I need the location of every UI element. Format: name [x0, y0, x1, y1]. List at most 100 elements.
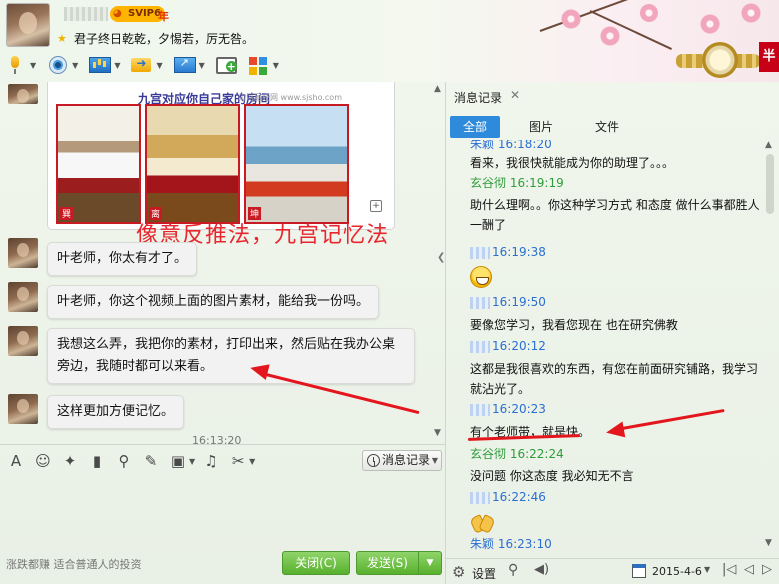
sender-avatar[interactable] [8, 84, 38, 104]
first-page-icon[interactable]: |◁ [722, 562, 736, 577]
chat-message[interactable]: 叶老师，你太有才了。 [47, 242, 198, 276]
apps-button[interactable]: ▼ [247, 53, 279, 77]
shared-image[interactable]: 九宫对应你自己家的房间 山河易经网 www.sjsho.com 巽 离 坤 [48, 82, 394, 227]
sender-name: 朱颖 [470, 140, 495, 151]
tab-message-history[interactable]: 消息记录 [454, 89, 502, 106]
screen-share-button[interactable]: ▼ [88, 53, 120, 77]
filter-all[interactable]: 全部 [450, 116, 501, 138]
room-photo: 坤 [244, 104, 349, 224]
scroll-up-icon[interactable]: ▲ [765, 140, 772, 150]
voice-call-button[interactable]: ▼ [4, 53, 36, 77]
remote-desktop-button[interactable]: ▼ [173, 53, 205, 77]
gear-icon[interactable]: ⚙ [452, 563, 465, 581]
edit-icon[interactable]: ✎ [141, 451, 161, 471]
filter-files[interactable]: 文件 [582, 116, 632, 138]
sender-name-redacted [470, 296, 490, 309]
chevron-down-icon[interactable]: ▼ [114, 61, 120, 70]
font-icon[interactable]: A [6, 451, 26, 471]
send-file-icon [130, 55, 152, 75]
chevron-down-icon[interactable]: ▼ [156, 61, 162, 70]
send-button[interactable]: 发送(S) [356, 551, 418, 575]
scroll-thumb[interactable] [766, 154, 774, 214]
contact-avatar[interactable] [6, 3, 50, 47]
history-list[interactable]: 朱颖 16:18:20 看来，我很快就能成为你的助理了。。。 玄谷彻 16:19… [446, 140, 762, 552]
message-history-panel: 消息记录 ✕ 全部 图片 文件 朱颖 16:18:20 看来，我很快就能成为你的… [446, 82, 779, 584]
room-label: 巽 [60, 207, 74, 220]
chevron-down-icon[interactable]: ▼ [199, 61, 205, 70]
sender-name: 玄谷彻 [470, 176, 507, 190]
chevron-down-icon[interactable]: ▼ [189, 457, 195, 466]
clock-icon [367, 454, 380, 467]
message-history-button[interactable]: 消息记录 ▼ [362, 450, 442, 471]
history-scrollbar[interactable]: ▲ ▼ [764, 140, 776, 552]
chevron-down-icon[interactable]: ▼ [704, 565, 710, 574]
chevron-down-icon[interactable]: ▼ [72, 61, 78, 70]
scroll-up-icon[interactable]: ▲ [434, 84, 441, 94]
chat-message[interactable]: 叶老师，你这个视频上面的图片素材，能给我一份吗。 [47, 285, 380, 319]
history-date[interactable]: 2015-4-6 [652, 565, 702, 578]
expand-image-icon[interactable]: + [370, 200, 382, 212]
ad-corner-badge[interactable]: 半 [759, 42, 779, 72]
voice-icon[interactable]: ⚲ [114, 451, 134, 471]
blossom-branch [539, 0, 654, 32]
magic-icon[interactable]: ✦ [60, 451, 80, 471]
close-button[interactable]: 关闭(C) [282, 551, 350, 575]
send-file-button[interactable]: ▼ [130, 53, 163, 77]
prev-page-icon[interactable]: ◁ [744, 562, 754, 577]
message-time: 16:19:19 [509, 176, 564, 190]
input-toolbar: A ☺ ✦ ▮ ⚲ ✎ ▣ ▼ ♫ ✂ ▼ [6, 450, 261, 472]
screenshot-icon[interactable]: ✂ [228, 451, 248, 471]
chevron-down-icon[interactable]: ▼ [249, 457, 255, 466]
calendar-icon[interactable] [632, 564, 646, 578]
vip-badge[interactable]: SVIP6 [110, 6, 165, 22]
sender-name-redacted [470, 491, 490, 504]
history-message: 这都是我很喜欢的东西，有您在前面研究铺路，我学习就沾光了。 [470, 362, 759, 396]
history-entry-header: 玄谷彻 16:19:19 [470, 173, 564, 193]
message-time: 16:20:23 [492, 402, 546, 416]
music-icon[interactable]: ♫ [201, 451, 221, 471]
grin-emoji [470, 266, 492, 288]
blossom [740, 2, 762, 24]
emoji-icon[interactable]: ☺ [33, 451, 53, 471]
speaker-icon[interactable]: ◀) [534, 562, 549, 577]
collapse-panel-icon[interactable]: ❮ [437, 252, 445, 274]
chevron-down-icon[interactable]: ▼ [273, 61, 279, 70]
webcam-icon [46, 55, 68, 75]
sender-avatar[interactable] [8, 326, 38, 356]
sender-avatar[interactable] [8, 394, 38, 424]
screen-share-icon [88, 55, 112, 75]
close-icon[interactable]: ✕ [510, 88, 520, 102]
image-icon[interactable]: ▣ [168, 451, 188, 471]
new-message-button[interactable] [215, 53, 237, 77]
message-time: 16:19:50 [492, 295, 546, 309]
history-bottom-bar: ⚙ 设置 ⚲ ◀) 2015-4-6 ▼ |◁ ◁ ▷ [446, 558, 779, 584]
filter-images[interactable]: 图片 [516, 116, 566, 138]
scroll-down-icon[interactable]: ▼ [765, 538, 772, 548]
search-icon[interactable]: ⚲ [508, 562, 518, 578]
history-entry-header: 16:22:46 [470, 487, 546, 507]
video-clip-icon[interactable]: ▮ [87, 451, 107, 471]
video-call-button[interactable]: ▼ [46, 53, 78, 77]
blossom [600, 26, 620, 46]
apps-icon [247, 55, 269, 75]
message-time: 16:20:12 [492, 339, 546, 353]
annotation-arrowhead [604, 421, 626, 441]
history-entry-header: 16:19:38 [470, 242, 546, 262]
scroll-down-icon[interactable]: ▼ [434, 428, 441, 438]
blossom [700, 14, 720, 34]
chevron-down-icon[interactable]: ▼ [432, 451, 438, 470]
chat-message[interactable]: 这样更加方便记忆。 [47, 395, 185, 429]
send-options-dropdown[interactable]: ▼ [418, 551, 442, 575]
settings-button[interactable]: 设置 [472, 565, 496, 582]
chat-messages-area[interactable]: 九宫对应你自己家的房间 山河易经网 www.sjsho.com 巽 离 坤 + … [0, 82, 445, 444]
sender-avatar[interactable] [8, 238, 38, 268]
footer-ad-link[interactable]: 涨跌都赚 适合普通人的投资 [6, 556, 142, 572]
chevron-down-icon[interactable]: ▼ [30, 61, 36, 70]
image-message[interactable]: 九宫对应你自己家的房间 山河易经网 www.sjsho.com 巽 离 坤 + [47, 82, 395, 230]
sender-name-redacted [470, 403, 490, 416]
chat-message[interactable]: 我想这么弄，我把你的素材，打印出来，然后贴在我办公桌旁边，我随时都可以来看。 [47, 328, 415, 384]
contact-name-redacted [64, 7, 108, 21]
sender-avatar[interactable] [8, 282, 38, 312]
watch-ad-image[interactable] [676, 40, 760, 80]
next-page-icon[interactable]: ▷ [762, 562, 772, 577]
